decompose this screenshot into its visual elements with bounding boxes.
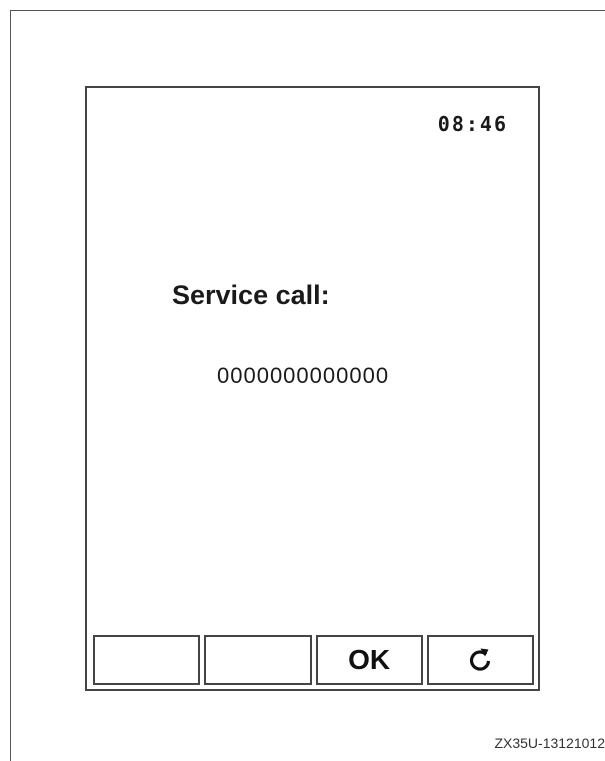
softkey-bar: OK [93, 635, 534, 685]
clock: 08:46 [437, 112, 508, 136]
refresh-icon [470, 648, 491, 671]
page-title: Service call: [172, 280, 330, 310]
ok-button[interactable]: OK [315, 635, 423, 685]
figure-caption: ZX35U-13121012 [494, 735, 605, 751]
display-screen: 08:46 Service call: 0000000000000 OK [85, 86, 540, 691]
softkey-2[interactable] [204, 635, 312, 685]
refresh-button[interactable] [426, 635, 534, 685]
service-phone-number: 0000000000000 [217, 363, 390, 388]
softkey-1[interactable] [93, 635, 201, 685]
